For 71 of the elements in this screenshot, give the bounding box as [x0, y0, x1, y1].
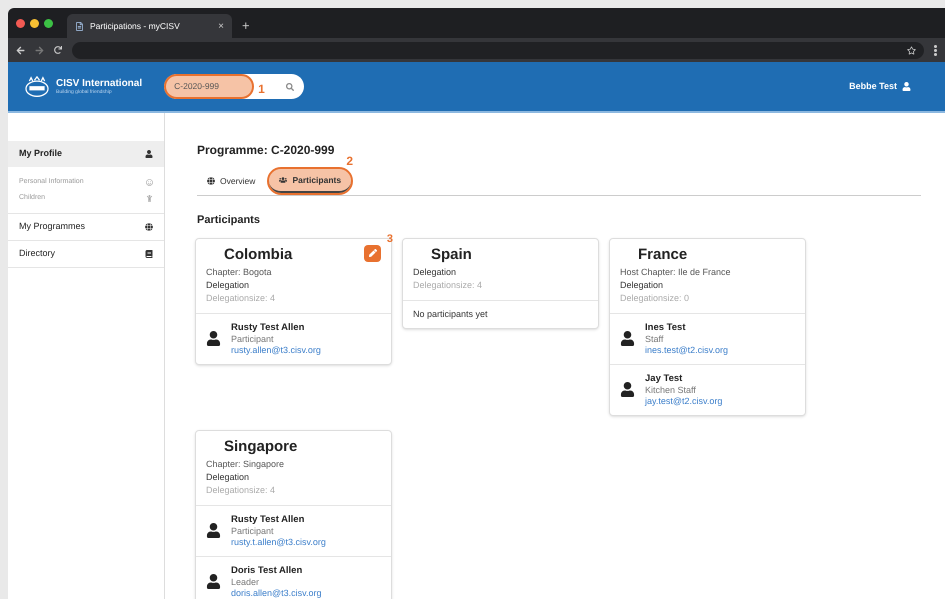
delegation-size: Delegationsize: 4 [206, 292, 276, 304]
reload-icon[interactable] [54, 46, 62, 54]
people-icon [279, 176, 288, 184]
person-role: Leader [231, 576, 260, 588]
empty-message: No participants yet [403, 300, 598, 328]
country-name: Singapore [224, 436, 298, 456]
country-name: France [638, 244, 688, 264]
email-link[interactable]: rusty.allen@t3.cisv.org [231, 344, 321, 356]
person-name: Jay Test [645, 372, 684, 384]
person-name: Rusty Test Allen [231, 514, 306, 526]
delegation-size: Delegationsize: 4 [413, 278, 484, 292]
browser-tab[interactable]: Participations - myCISV × [67, 14, 232, 38]
delegation-label: Delegation [206, 278, 250, 292]
brand-name: CISV International [56, 78, 142, 88]
person-icon [620, 382, 635, 397]
delegation-label: Delegation [413, 266, 458, 278]
chapter-text: Host Chapter: Ile de France [620, 266, 732, 278]
person-icon [206, 331, 221, 346]
tab-title: Participations - myCISV [90, 20, 181, 32]
person-role: Participant [231, 526, 275, 536]
person-name: Doris Test Allen [231, 564, 304, 576]
section-title: Participants [197, 213, 261, 228]
person-icon [206, 523, 221, 538]
face-icon [146, 178, 153, 186]
globe-icon [207, 177, 215, 185]
tab-close-button[interactable]: × [218, 18, 224, 34]
person-icon [620, 331, 635, 346]
programme-title: Programme: C-2020-999 [197, 142, 336, 159]
person-role: Staff [645, 334, 664, 344]
page-icon [75, 22, 84, 30]
chapter-text: Chapter: Bogota [206, 266, 273, 278]
person-role: Participant [231, 334, 275, 344]
user-name[interactable]: Bebbe Test [849, 80, 897, 94]
chapter-text: Chapter: Singapore [206, 458, 286, 470]
menu-dots-icon[interactable] [934, 44, 937, 56]
country-name: Colombia [224, 244, 292, 264]
forward-icon[interactable] [35, 46, 44, 54]
person-icon [902, 82, 911, 91]
delegation-size: Delegationsize: 0 [620, 292, 690, 304]
edit-button[interactable] [364, 244, 381, 262]
delegation-size: Delegationsize: 4 [206, 484, 276, 496]
bookmark-star-icon[interactable] [907, 46, 916, 54]
person-name: Ines Test [645, 322, 686, 334]
back-icon[interactable] [16, 46, 25, 54]
new-tab-button[interactable]: + [238, 14, 254, 38]
search-field[interactable]: C-2020-999 1 [164, 74, 304, 99]
search-icon[interactable] [286, 82, 294, 90]
email-link[interactable]: ines.test@t2.cisv.org [645, 344, 728, 356]
sidebar-item[interactable]: My Programmes [8, 214, 164, 240]
sidebar-item[interactable]: Directory [8, 241, 164, 267]
annotation-number: 3 [386, 232, 393, 246]
email-link[interactable]: jay.test@t2.cisv.org [645, 396, 722, 406]
country-name: Spain [431, 244, 472, 264]
tab[interactable]: Overview [197, 169, 266, 193]
person-role: Kitchen Staff [645, 384, 697, 396]
search-value: C-2020-999 [174, 80, 220, 93]
sidebar-item[interactable]: My Profile [8, 141, 164, 167]
globe-icon [145, 223, 153, 231]
person-icon [145, 150, 153, 158]
email-link[interactable]: rusty.t.allen@t3.cisv.org [231, 536, 326, 548]
book-icon [145, 250, 153, 258]
annotation-number: 2 [346, 153, 354, 170]
person-icon [206, 574, 221, 589]
email-link[interactable]: doris.allen@t3.cisv.org [231, 588, 322, 598]
child-icon [146, 194, 153, 202]
delegation-label: Delegation [206, 470, 250, 484]
person-name: Rusty Test Allen [231, 322, 306, 334]
annotation-number: 1 [258, 80, 265, 98]
delegation-label: Delegation [620, 278, 664, 292]
pencil-icon [368, 249, 376, 257]
logo-icon [24, 76, 50, 98]
